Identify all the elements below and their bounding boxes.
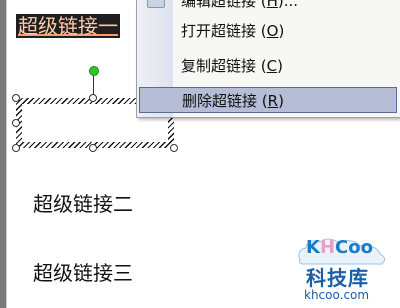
resize-handle-top-center[interactable] <box>89 94 97 102</box>
hyperlink-text-2[interactable]: 超级链接二 <box>33 188 133 217</box>
resize-handle-middle-left[interactable] <box>12 119 20 127</box>
resize-handle-bottom-center[interactable] <box>89 144 97 152</box>
resize-handle-top-left[interactable] <box>12 94 20 102</box>
resize-handle-bottom-left[interactable] <box>12 144 20 152</box>
context-menu: 编辑超链接 (H)... 打开超链接 (O) 复制超链接 (C) 删除超链接 (… <box>136 0 400 118</box>
hyperlink-text-selected[interactable]: 超级链接一 <box>16 14 120 38</box>
menu-item-remove-hyperlink[interactable]: 删除超链接 (R) <box>139 87 397 113</box>
hyperlink-text-3[interactable]: 超级链接三 <box>33 257 133 286</box>
document-left-border <box>0 0 7 308</box>
menu-item-edit-hyperlink[interactable]: 编辑超链接 (H)... <box>139 0 397 14</box>
menu-item-open-hyperlink[interactable]: 打开超链接 (O) <box>139 18 397 44</box>
resize-handle-bottom-right[interactable] <box>170 144 178 152</box>
khcoo-watermark-logo: KHCoo 科技库 khcoo.com <box>286 232 398 306</box>
logo-wordmark: KHCoo <box>306 237 373 258</box>
logo-url: khcoo.com <box>304 288 370 302</box>
logo-chinese-name: 科技库 <box>306 266 369 290</box>
rotate-handle[interactable] <box>89 66 99 76</box>
menu-item-copy-hyperlink[interactable]: 复制超链接 (C) <box>139 53 397 79</box>
